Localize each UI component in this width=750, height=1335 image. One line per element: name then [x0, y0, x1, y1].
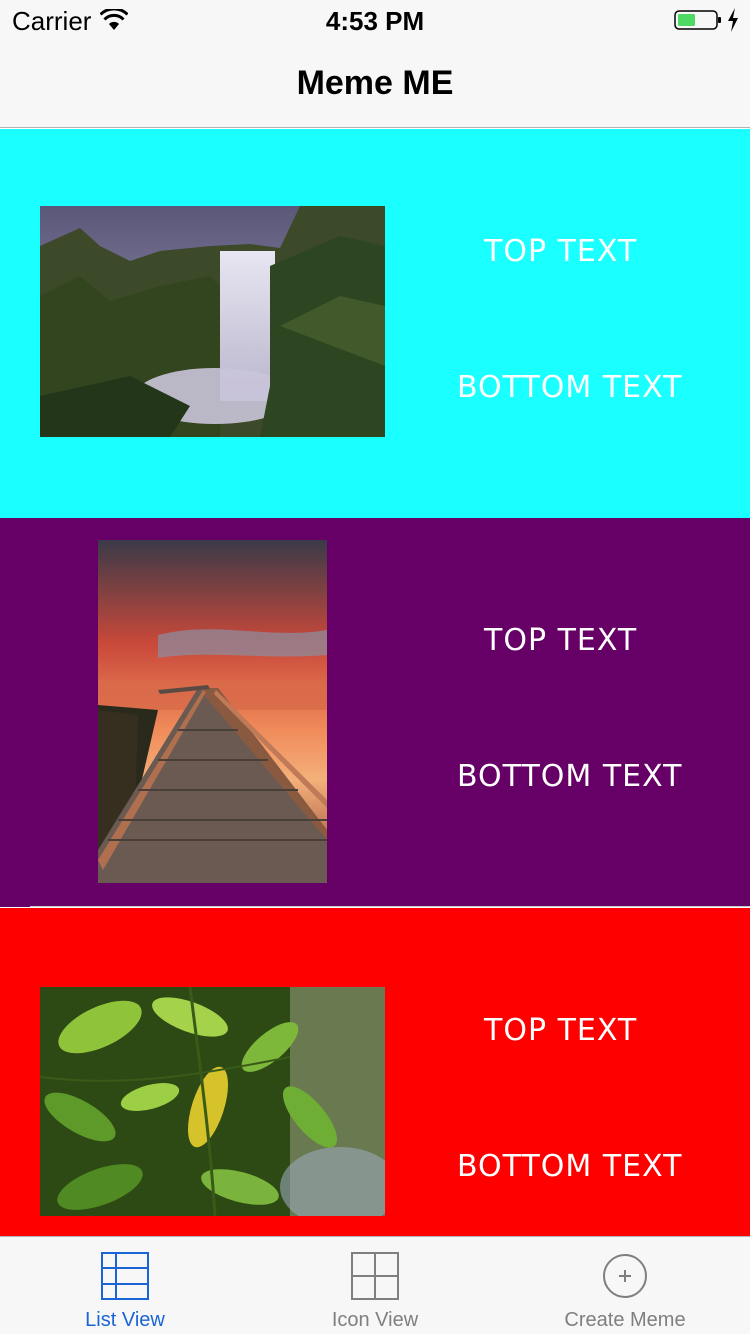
meme-top-text: TOP TEXT	[484, 234, 638, 269]
navigation-bar: Meme ME	[0, 40, 750, 128]
plus-circle-icon	[603, 1254, 647, 1298]
meme-bottom-text: BOTTOM TEXT	[457, 759, 683, 794]
meme-bottom-text: BOTTOM TEXT	[457, 1149, 683, 1184]
meme-thumbnail-waterfall	[40, 206, 385, 437]
meme-row[interactable]: TOP TEXT BOTTOM TEXT	[0, 518, 750, 907]
tab-label: Icon View	[331, 1309, 419, 1331]
row-divider	[30, 906, 750, 907]
meme-bottom-text: BOTTOM TEXT	[457, 370, 683, 405]
charging-bolt-icon	[728, 8, 738, 32]
tab-label: List View	[85, 1309, 165, 1331]
tab-bar: List View Icon View Create Meme	[0, 1236, 750, 1334]
status-bar: Carrier 4:53 PM	[0, 0, 750, 40]
status-time: 4:53 PM	[325, 6, 425, 36]
meme-top-text: TOP TEXT	[484, 623, 638, 658]
tab-label: Create Meme	[564, 1309, 686, 1331]
meme-top-text: TOP TEXT	[484, 1013, 638, 1048]
grid-view-icon	[351, 1252, 399, 1300]
tab-create-meme[interactable]: Create Meme	[500, 1237, 750, 1335]
page-title: Meme ME	[296, 64, 454, 102]
battery-icon	[674, 10, 721, 30]
meme-thumbnail-leaves	[40, 987, 385, 1216]
tab-list-view[interactable]: List View	[0, 1237, 250, 1335]
meme-row[interactable]: TOP TEXT BOTTOM TEXT	[0, 908, 750, 1236]
meme-row[interactable]: TOP TEXT BOTTOM TEXT	[0, 129, 750, 518]
meme-thumbnail-boardwalk	[98, 540, 327, 883]
list-view-icon	[101, 1252, 149, 1300]
tab-icon-view[interactable]: Icon View	[250, 1237, 500, 1335]
